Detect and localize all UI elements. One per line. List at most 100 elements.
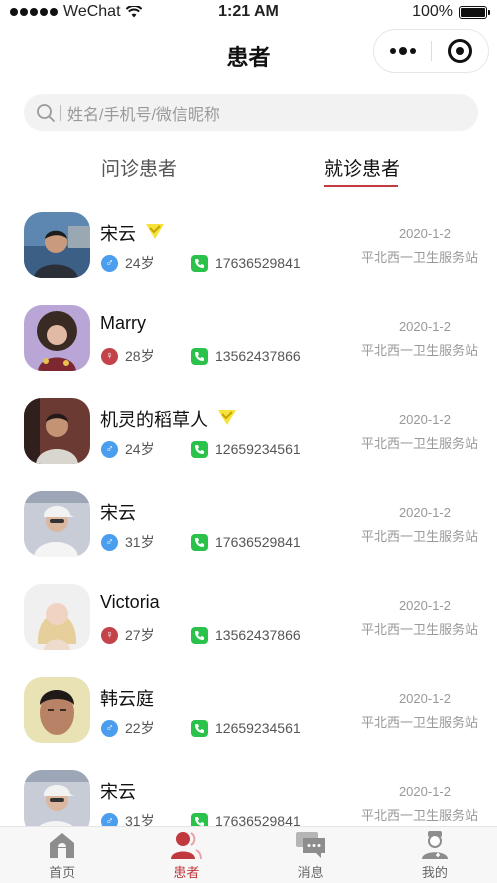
patient-phone: 13562437866 [215,348,301,364]
male-icon: ♂ [101,812,118,826]
tabbar-patients-label: 患者 [173,865,200,880]
female-icon: ♀ [101,347,118,365]
patient-meta: ♂ 24岁 12659234561 [101,439,301,459]
active-tab-indicator [324,185,398,187]
patient-age: 24岁 [125,441,155,457]
target-icon [447,39,472,63]
tabbar-home[interactable]: 首页 [0,827,124,883]
health-station: 平北西一卫生服务站 [360,715,478,730]
patient-meta: ♂ 31岁 17636529841 [101,532,301,552]
avatar [24,491,90,557]
tabbar-patients[interactable]: 患者 [124,827,248,883]
male-icon: ♂ [101,440,118,458]
avatar [24,584,90,650]
close-miniprogram-button[interactable] [432,39,488,63]
health-station: 平北西一卫生服务站 [360,622,478,637]
health-station: 平北西一卫生服务站 [360,808,478,823]
male-icon: ♂ [101,533,118,551]
tabbar-mine-label: 我的 [421,865,448,880]
tabbar-mine[interactable]: 我的 [373,827,497,883]
status-bar: WeChat 1:21 AM 100% [0,0,497,24]
patient-name: Marry [100,313,146,333]
tabbar-messages[interactable]: 消息 [249,827,373,883]
patient-phone: 12659234561 [215,720,301,736]
patient-row[interactable]: Victoria ♀ 27岁 13562437866 2020-1-2 平北西一卫生服务站 [0,570,497,663]
more-options-icon[interactable] [374,46,431,55]
patient-age: 27岁 [125,627,155,643]
visit-date: 2020-1-2 [398,505,451,520]
visit-date: 2020-1-2 [398,226,451,241]
battery-icon [459,5,490,19]
health-station: 平北西一卫生服务站 [360,529,478,544]
patient-phone: 17636529841 [215,534,301,550]
visit-date: 2020-1-2 [398,598,451,613]
health-station: 平北西一卫生服务站 [360,343,478,358]
patient-name: 机灵的稻草人 [100,410,208,430]
phone-icon [191,347,208,365]
tab-consult-patients[interactable]: 问诊患者 [101,154,177,181]
patient-name: 宋云 [100,224,136,244]
tab-visit-patients[interactable]: 就诊患者 [324,154,400,181]
patient-phone: 12659234561 [215,441,301,457]
doctor-icon [421,831,448,859]
patient-row[interactable]: 机灵的稻草人 ♂ 24岁 12659234561 2020-1-2 平北西一卫生服务站 [0,384,497,477]
avatar [24,398,90,464]
tabbar-messages-label: 消息 [297,865,324,880]
phone-icon [191,254,208,272]
patient-row[interactable]: Marry ♀ 28岁 13562437866 2020-1-2 平北西一卫生服务站 [0,291,497,384]
patient-name: 韩云庭 [100,689,154,709]
avatar [24,212,90,278]
patient-phone: 13562437866 [215,627,301,643]
home-icon [50,833,75,858]
patient-meta: ♂ 31岁 17636529841 [101,811,301,826]
nav-bar: 患者 [0,26,497,82]
patient-age: 24岁 [125,255,155,271]
avatar [24,305,90,371]
search-icon [37,103,55,122]
patient-row[interactable]: 韩云庭 ♂ 22岁 12659234561 2020-1-2 平北西一卫生服务站 [0,663,497,756]
patient-row[interactable]: 宋云 ♂ 24岁 17636529841 2020-1-2 平北西一卫生服务站 [0,198,497,291]
avatar [24,677,90,743]
vip-badge-icon [144,222,166,245]
battery-percent: 100% [412,3,453,20]
patient-age: 22岁 [125,720,155,736]
patient-phone: 17636529841 [215,813,301,826]
female-icon: ♀ [101,626,118,644]
bottom-tab-bar: 首页 患者 消息 我的 [0,826,497,883]
visit-date: 2020-1-2 [398,412,451,427]
patient-meta: ♂ 24岁 17636529841 [101,253,301,273]
patient-row[interactable]: 宋云 ♂ 31岁 17636529841 2020-1-2 平北西一卫生服务站 [0,756,497,826]
phone-icon [191,626,208,644]
phone-icon [191,533,208,551]
patient-phone: 17636529841 [215,255,301,271]
patient-list: 宋云 ♂ 24岁 17636529841 2020-1-2 平北西一卫生服务站 Marry ♀… [0,198,497,826]
patient-tabs: 问诊患者 就诊患者 [0,150,497,190]
phone-icon [191,812,208,826]
health-station: 平北西一卫生服务站 [360,436,478,451]
message-icon [295,832,325,858]
patient-meta: ♂ 22岁 12659234561 [101,718,301,738]
search-caret [60,104,61,121]
search-box[interactable]: 姓名/手机号/微信昵称 [24,94,478,131]
patient-name: 宋云 [100,782,136,802]
battery-group: 100% [412,3,490,21]
patient-name: 宋云 [100,503,136,523]
miniprogram-capsule [373,29,489,73]
health-station: 平北西一卫生服务站 [360,250,478,265]
search-placeholder: 姓名/手机号/微信昵称 [67,106,220,124]
patient-meta: ♀ 27岁 13562437866 [101,625,301,645]
patient-icon [171,832,203,860]
patient-age: 31岁 [125,534,155,550]
visit-date: 2020-1-2 [398,691,451,706]
avatar [24,770,90,826]
phone-icon [191,719,208,737]
tabbar-home-label: 首页 [49,865,76,880]
male-icon: ♂ [101,254,118,272]
visit-date: 2020-1-2 [398,784,451,799]
patient-age: 31岁 [125,813,155,826]
phone-icon [191,440,208,458]
patient-name: Victoria [100,592,160,612]
patient-meta: ♀ 28岁 13562437866 [101,346,301,366]
patient-row[interactable]: 宋云 ♂ 31岁 17636529841 2020-1-2 平北西一卫生服务站 [0,477,497,570]
visit-date: 2020-1-2 [398,319,451,334]
